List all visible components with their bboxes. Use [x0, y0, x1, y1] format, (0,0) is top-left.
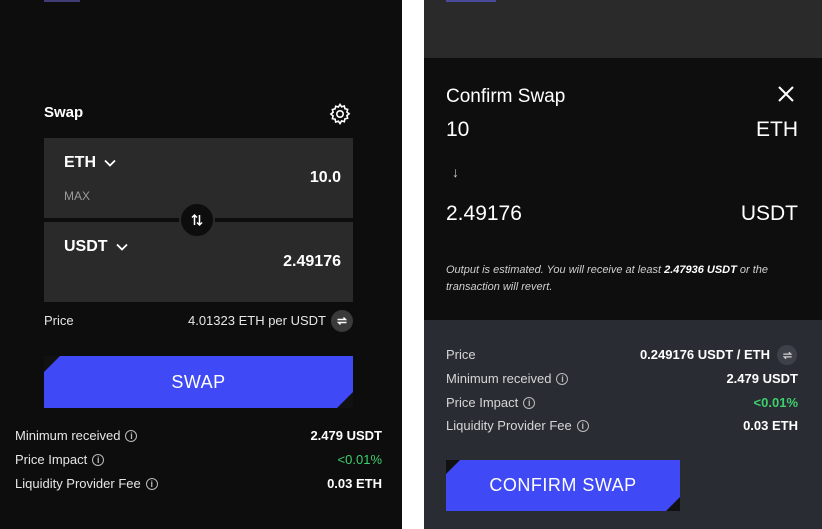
lp-fee-label: Liquidity Provider Fee: [15, 476, 141, 491]
price-impact-label: Price Impact: [15, 452, 88, 467]
info-icon[interactable]: i: [145, 477, 158, 490]
invert-price-button[interactable]: [777, 345, 797, 365]
confirm-swap-button[interactable]: CONFIRM SWAP: [446, 460, 680, 511]
info-icon[interactable]: i: [92, 453, 105, 466]
note-amount: 2.47936 USDT: [664, 264, 737, 276]
corner-decoration: [337, 392, 353, 408]
switch-tokens-button[interactable]: [179, 202, 215, 238]
max-button[interactable]: MAX: [64, 189, 90, 203]
top-accent-bar: [446, 0, 496, 2]
confirm-lp-fee-label: Liquidity Provider Fee: [446, 418, 572, 433]
close-icon: [778, 86, 794, 102]
lp-fee-value: 0.03 ETH: [327, 476, 382, 491]
confirm-from-token: ETH: [756, 118, 798, 141]
from-amount-input[interactable]: 10.0: [181, 169, 341, 187]
info-icon[interactable]: i: [125, 429, 138, 442]
price-label: Price: [44, 313, 74, 328]
background-strip: [424, 0, 822, 58]
confirm-swap-label: CONFIRM SWAP: [489, 475, 637, 495]
swap-button[interactable]: SWAP: [44, 356, 353, 408]
confirm-min-received-value: 2.479 USDT: [726, 371, 798, 386]
min-received-value: 2.479 USDT: [310, 428, 382, 443]
swap-arrows-icon: [191, 213, 203, 227]
confirm-swap-panel: Confirm Swap 10 ETH ↓ 2.49176 USDT Outpu…: [424, 0, 822, 529]
info-icon[interactable]: i: [523, 396, 536, 409]
confirm-price-value: 0.249176 USDT / ETH: [639, 347, 770, 362]
chevron-down-icon: [104, 159, 116, 167]
swap-button-label: SWAP: [171, 371, 226, 392]
price-impact-row: Price Impact i: [15, 452, 105, 467]
confirm-price-impact-label: Price Impact: [446, 395, 519, 410]
confirm-lp-fee-row: Liquidity Provider Fee i: [446, 418, 589, 433]
close-button[interactable]: [774, 82, 798, 106]
corner-decoration: [44, 356, 60, 372]
from-token-symbol: ETH: [64, 154, 96, 171]
confirm-to-token: USDT: [740, 202, 798, 225]
price-value: 4.01323 ETH per USDT: [187, 313, 326, 328]
settings-button[interactable]: [328, 102, 352, 126]
confirm-min-received-row: Minimum received i: [446, 371, 569, 386]
chevron-down-icon: [115, 243, 128, 251]
to-amount-input[interactable]: 2.49176: [181, 253, 341, 271]
confirm-price-impact-row: Price Impact i: [446, 395, 536, 410]
corner-decoration: [666, 497, 680, 511]
swap-panel: Swap ETH MAX 10.0 USDT 2.49176 Price 4.0…: [0, 0, 402, 529]
gear-icon: [329, 103, 351, 125]
info-icon[interactable]: i: [576, 419, 589, 432]
confirm-price-impact-value: <0.01%: [753, 395, 798, 410]
corner-decoration: [446, 460, 460, 474]
top-accent-bar: [44, 0, 80, 2]
info-icon[interactable]: i: [556, 372, 569, 385]
arrow-down-icon: ↓: [452, 164, 459, 180]
to-token-symbol: USDT: [64, 238, 108, 255]
confirm-from-amount: 10: [446, 118, 470, 141]
note-prefix: Output is estimated. You will receive at…: [446, 264, 665, 276]
confirm-price-label: Price: [446, 347, 476, 362]
confirm-min-received-label: Minimum received: [446, 371, 552, 386]
swap-title: Swap: [44, 104, 84, 121]
min-received-label: Minimum received: [15, 428, 121, 443]
refresh-icon: [782, 351, 792, 359]
refresh-icon: [336, 317, 348, 325]
modal-title: Confirm Swap: [446, 86, 566, 107]
confirm-lp-fee-value: 0.03 ETH: [743, 418, 798, 433]
min-received-row: Minimum received i: [15, 428, 138, 443]
confirm-to-amount: 2.49176: [446, 202, 522, 225]
invert-price-button[interactable]: [331, 310, 353, 332]
lp-fee-row: Liquidity Provider Fee i: [15, 476, 158, 491]
estimate-note: Output is estimated. You will receive at…: [446, 262, 802, 296]
price-impact-value: <0.01%: [337, 452, 382, 467]
to-token-selector[interactable]: USDT: [64, 238, 128, 256]
from-token-selector[interactable]: ETH: [64, 154, 116, 172]
